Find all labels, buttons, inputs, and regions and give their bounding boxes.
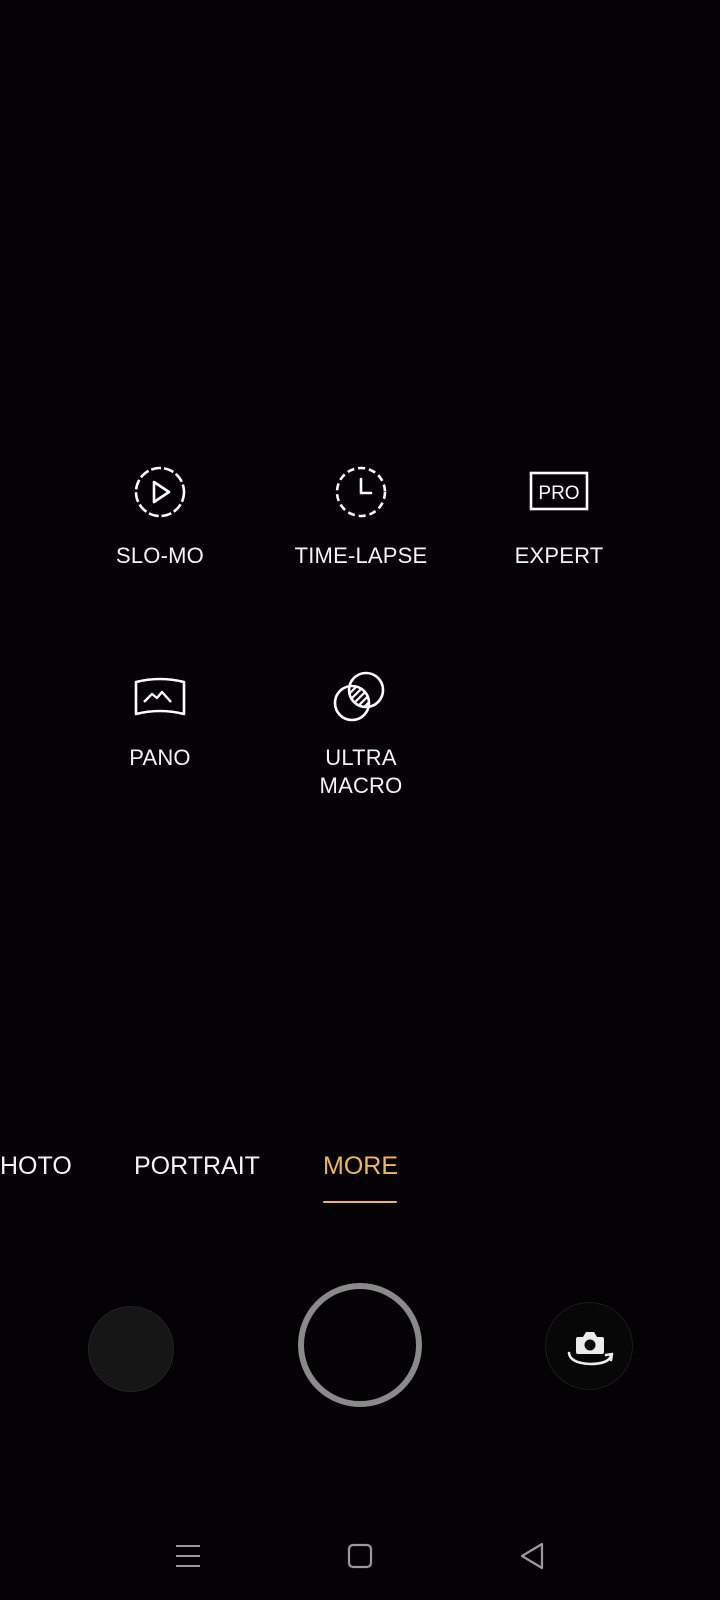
- mode-label: ULTRA MACRO: [319, 745, 403, 798]
- tab-photo[interactable]: HOTO: [0, 1148, 72, 1184]
- pro-icon: PRO: [529, 471, 589, 511]
- mode-label: SLO-MO: [116, 543, 204, 568]
- camera-mode-tabs: HOTO PORTRAIT MORE: [0, 1148, 720, 1208]
- back-icon[interactable]: [518, 1541, 548, 1571]
- shutter-button[interactable]: [298, 1283, 422, 1407]
- switch-camera-icon: [567, 1332, 614, 1366]
- pro-icon-text: PRO: [538, 483, 579, 504]
- camera-screen: SLO-MO TIME-LAPSE PRO EXPERT PANO ULTRA …: [0, 0, 720, 1600]
- gallery-thumbnail[interactable]: [88, 1306, 174, 1392]
- mode-label: TIME-LAPSE: [294, 543, 428, 568]
- mode-label: PANO: [129, 745, 191, 770]
- menu-icon[interactable]: [173, 1541, 203, 1571]
- tab-more[interactable]: MORE: [323, 1148, 398, 1184]
- active-tab-indicator: [323, 1201, 397, 1203]
- mode-slo-mo[interactable]: SLO-MO: [60, 462, 260, 570]
- mode-ultra-macro[interactable]: ULTRA MACRO: [261, 668, 461, 800]
- tab-portrait[interactable]: PORTRAIT: [134, 1148, 260, 1184]
- switch-camera-button[interactable]: [545, 1302, 633, 1390]
- home-icon[interactable]: [345, 1541, 375, 1571]
- mode-label: EXPERT: [514, 543, 604, 568]
- time-lapse-icon: [335, 466, 387, 518]
- mode-pano[interactable]: PANO: [60, 668, 260, 772]
- panorama-icon: [134, 677, 186, 716]
- ultra-macro-icon: [333, 671, 385, 722]
- mode-time-lapse[interactable]: TIME-LAPSE: [261, 462, 461, 570]
- slow-motion-icon: [134, 466, 186, 518]
- mode-expert[interactable]: PRO EXPERT: [459, 462, 659, 570]
